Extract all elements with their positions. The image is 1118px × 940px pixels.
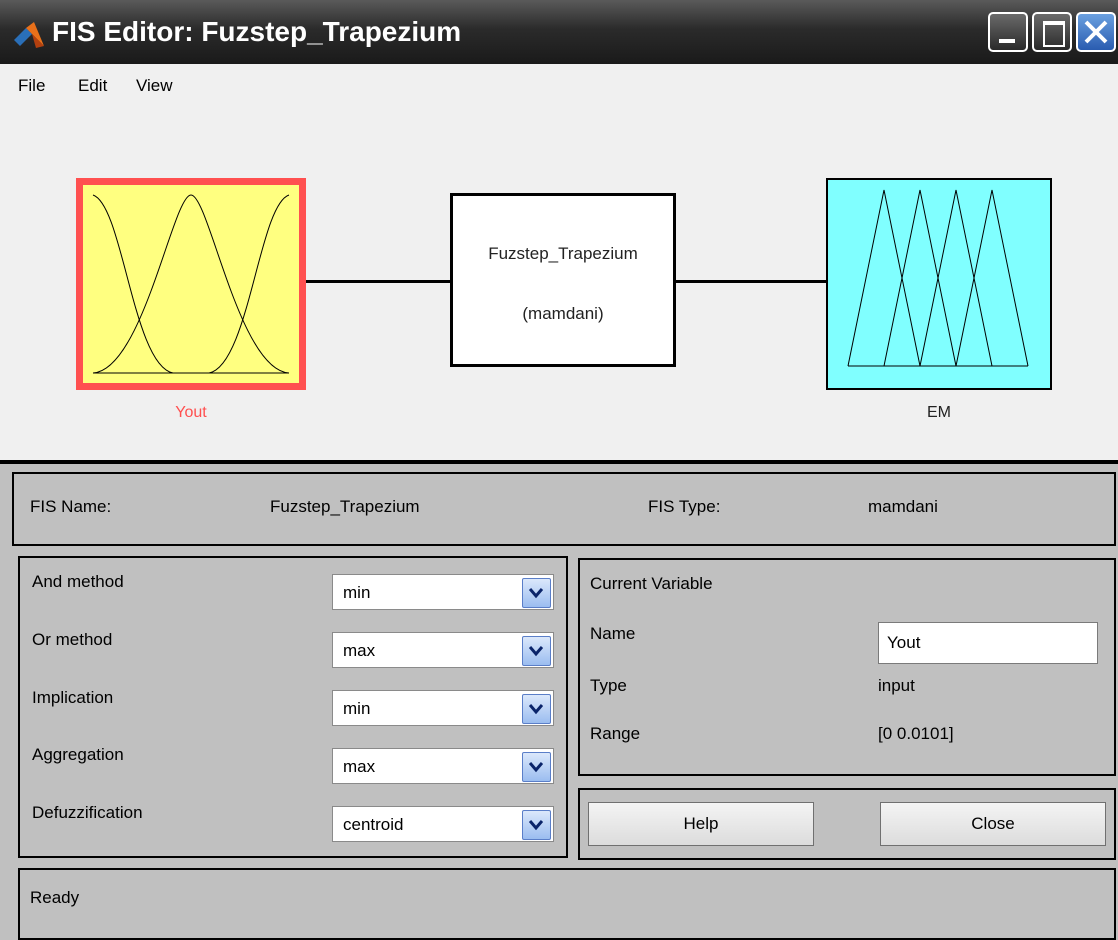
- fis-name-label: FIS Name:: [30, 497, 112, 516]
- fis-system-box[interactable]: [450, 193, 676, 367]
- current-variable-heading: Current Variable: [590, 574, 713, 593]
- fis-name-value: Fuzstep_Trapezium: [270, 497, 420, 516]
- diagram-separator: [0, 460, 1118, 464]
- status-text: Ready: [30, 888, 80, 907]
- implication-select[interactable]: min: [332, 690, 554, 726]
- aggregation-label: Aggregation: [32, 745, 124, 764]
- variable-name-input[interactable]: Yout: [878, 622, 1098, 664]
- chevron-down-icon: [522, 636, 551, 666]
- output-variable-label: EM: [927, 404, 951, 421]
- close-button[interactable]: Close: [880, 802, 1106, 846]
- fis-system-name: Fuzstep_Trapezium: [488, 244, 638, 263]
- chevron-down-icon: [522, 752, 551, 782]
- output-connector-line: [676, 280, 826, 283]
- close-icon: [1084, 20, 1108, 44]
- and-method-select[interactable]: min: [332, 574, 554, 610]
- and-method-value: min: [343, 583, 371, 602]
- range-label: Range: [590, 724, 641, 743]
- fis-info-panel: [12, 472, 1116, 546]
- chevron-down-icon: [522, 578, 551, 608]
- or-method-value: max: [343, 641, 376, 660]
- defuzzification-label: Defuzzification: [32, 803, 143, 822]
- and-method-label: And method: [32, 572, 124, 591]
- input-variable-box[interactable]: [76, 178, 306, 390]
- triangular-mf-icon: [847, 189, 1029, 367]
- aggregation-select[interactable]: max: [332, 748, 554, 784]
- menu-edit[interactable]: Edit: [78, 76, 107, 96]
- aggregation-value: max: [343, 757, 376, 776]
- defuzzification-select[interactable]: centroid: [332, 806, 554, 842]
- window-title: FIS Editor: Fuzstep_Trapezium: [52, 16, 462, 47]
- close-window-button[interactable]: [1076, 12, 1116, 52]
- menu-view[interactable]: View: [136, 76, 173, 96]
- or-method-select[interactable]: max: [332, 632, 554, 668]
- minimize-button[interactable]: [988, 12, 1028, 52]
- chevron-down-icon: [522, 810, 551, 840]
- output-variable-box[interactable]: [826, 178, 1052, 390]
- implication-value: min: [343, 699, 371, 718]
- fis-type-value: mamdani: [868, 497, 938, 516]
- type-label: Type: [590, 676, 627, 695]
- input-connector-line: [306, 280, 450, 283]
- gaussian-mf-icon: [92, 194, 290, 374]
- maximize-button[interactable]: [1032, 12, 1072, 52]
- matlab-logo-icon: [12, 20, 46, 50]
- type-value: input: [878, 676, 915, 695]
- fis-system-type: (mamdani): [522, 304, 604, 323]
- fis-type-label: FIS Type:: [648, 497, 721, 516]
- help-button[interactable]: Help: [588, 802, 814, 846]
- minimize-icon: [999, 39, 1015, 43]
- input-variable-label: Yout: [175, 404, 207, 421]
- defuzzification-value: centroid: [343, 815, 404, 834]
- status-panel: [18, 868, 1116, 940]
- maximize-icon: [1043, 21, 1065, 47]
- range-value: [0 0.0101]: [878, 724, 954, 743]
- name-label: Name: [590, 624, 636, 643]
- menu-file[interactable]: File: [18, 76, 45, 96]
- chevron-down-icon: [522, 694, 551, 724]
- implication-label: Implication: [32, 688, 114, 707]
- or-method-label: Or method: [32, 630, 113, 649]
